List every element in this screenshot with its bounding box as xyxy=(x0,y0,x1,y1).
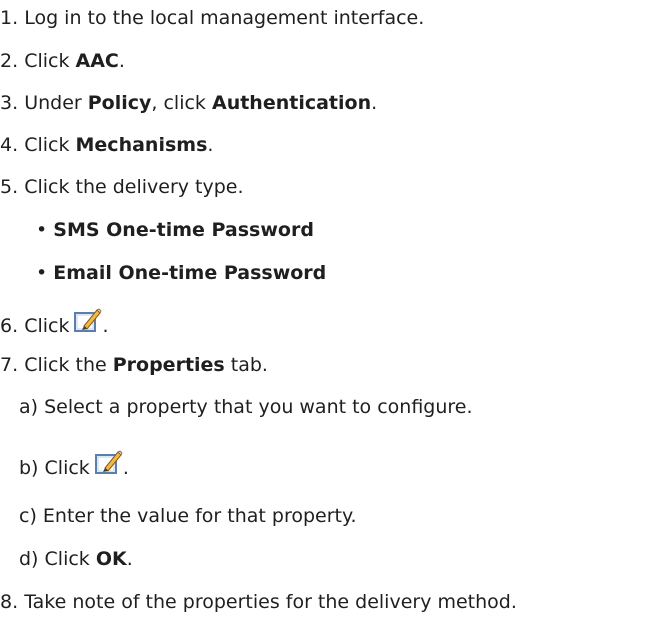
step-number: 2. xyxy=(0,50,19,72)
step-number: 7. xyxy=(0,354,19,376)
step-number: 4. xyxy=(0,134,19,156)
step-number: 5. xyxy=(0,176,19,198)
delivery-type-sms: SMS One-time Password xyxy=(53,219,314,241)
step-text: Under xyxy=(24,92,88,114)
ui-label-ok: OK xyxy=(95,548,127,570)
step-2: 2. Click AAC. xyxy=(0,49,125,73)
step-text: , click xyxy=(151,92,212,114)
step-text: Click xyxy=(24,315,70,337)
edit-pencil-icon xyxy=(94,450,123,474)
ui-label-authentication: Authentication xyxy=(211,92,372,114)
step-6: 6. Click . xyxy=(0,306,109,338)
step-number: 1. xyxy=(0,7,19,29)
step-3: 3. Under Policy, click Authentication. xyxy=(0,91,377,115)
bullet-item: • SMS One-time Password xyxy=(36,218,314,242)
step-text: Click xyxy=(24,134,76,156)
step-text: Click the delivery type. xyxy=(24,176,244,198)
substep-text: Click xyxy=(44,457,90,479)
substep-label: c) xyxy=(19,505,37,527)
step-number: 8. xyxy=(0,591,19,613)
substep-b: b) Click . xyxy=(19,448,129,480)
step-text: Click the xyxy=(24,354,113,376)
substep-label: a) xyxy=(19,396,39,418)
substep-text: Select a property that you want to confi… xyxy=(44,396,473,418)
step-text: . xyxy=(118,50,125,72)
bullet-marker: • xyxy=(36,219,48,241)
ui-label-properties: Properties xyxy=(112,354,225,376)
edit-pencil-icon xyxy=(74,308,102,332)
substep-c: c) Enter the value for that property. xyxy=(19,504,357,528)
step-1: 1. Log in to the local management interf… xyxy=(0,6,424,30)
step-4: 4. Click Mechanisms. xyxy=(0,133,213,157)
substep-a: a) Select a property that you want to co… xyxy=(19,395,473,419)
substep-text: . xyxy=(122,457,129,479)
substep-text: Click xyxy=(44,548,96,570)
ui-label-policy: Policy xyxy=(87,92,152,114)
step-text: . xyxy=(102,315,109,337)
step-5: 5. Click the delivery type. xyxy=(0,175,244,199)
step-text: tab. xyxy=(224,354,268,376)
step-text: Log in to the local management interface… xyxy=(24,7,425,29)
delivery-type-email: Email One-time Password xyxy=(53,262,327,284)
substep-label: b) xyxy=(19,457,39,479)
bullet-item: • Email One-time Password xyxy=(36,261,326,285)
step-7: 7. Click the Properties tab. xyxy=(0,353,268,377)
step-text: Click xyxy=(24,50,76,72)
substep-text: . xyxy=(126,548,133,570)
step-text: . xyxy=(207,134,214,156)
step-8: 8. Take note of the properties for the d… xyxy=(0,590,517,614)
substep-d: d) Click OK. xyxy=(19,547,133,571)
ui-label-mechanisms: Mechanisms xyxy=(75,134,208,156)
step-text: Take note of the properties for the deli… xyxy=(24,591,517,613)
ui-label-aac: AAC xyxy=(75,50,119,72)
step-number: 3. xyxy=(0,92,19,114)
substep-label: d) xyxy=(19,548,39,570)
step-number: 6. xyxy=(0,315,19,337)
step-text: . xyxy=(371,92,378,114)
substep-text: Enter the value for that property. xyxy=(42,505,357,527)
bullet-marker: • xyxy=(36,262,48,284)
